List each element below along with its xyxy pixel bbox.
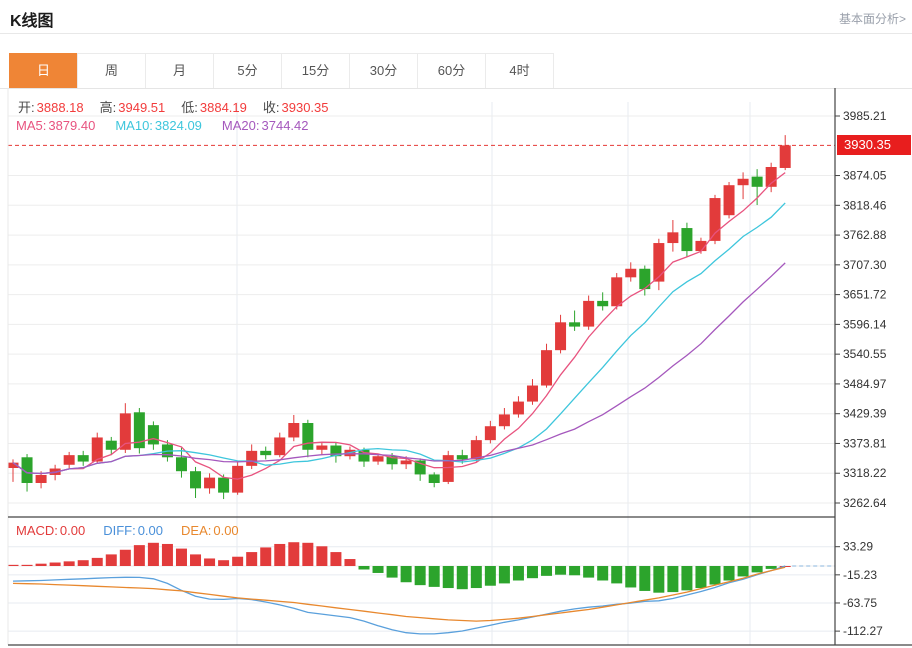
tab-周[interactable]: 周 [77,53,146,89]
macd-readout: MACD:0.00 DIFF:0.00 DEA:0.00 [16,523,239,538]
svg-text:3373.81: 3373.81 [843,436,887,450]
page-title: K线图 [10,7,54,31]
tab-5分[interactable]: 5分 [213,53,282,89]
svg-text:3874.05: 3874.05 [843,169,887,183]
interval-tabbar: 日周月5分15分30分60分4时 [10,53,554,89]
svg-text:3651.72: 3651.72 [843,288,887,302]
readout-item: MACD:0.00 [16,523,85,538]
ohlc-readout: 开:3888.18 高:3949.51 低:3884.19 收:3930.35 [18,97,329,116]
kline-page: K线图 基本面分析> 日周月5分15分30分60分4时 3985.21 3874.… [0,0,912,648]
svg-text:3596.14: 3596.14 [843,317,887,331]
svg-text:3484.97: 3484.97 [843,377,887,391]
tab-15分[interactable]: 15分 [281,53,350,89]
svg-text:-15.23: -15.23 [843,568,877,582]
fundamental-analysis-link[interactable]: 基本面分析> [839,10,906,27]
svg-text:3262.64: 3262.64 [843,496,887,510]
ma-readout: MA5:3879.40 MA10:3824.09 MA20:3744.42 [16,118,309,133]
readout-item: DIFF:0.00 [103,523,163,538]
tab-月[interactable]: 月 [145,53,214,89]
svg-text:-63.75: -63.75 [843,596,877,610]
readout-item: MA20:3744.42 [222,118,309,133]
svg-text:3762.88: 3762.88 [843,228,887,242]
readout-item: 低:3884.19 [181,97,247,116]
readout-item: MA10:3824.09 [115,118,202,133]
readout-item: MA5:3879.40 [16,118,95,133]
tab-4时[interactable]: 4时 [485,53,554,89]
svg-text:-112.27: -112.27 [843,624,883,638]
tab-日[interactable]: 日 [9,53,78,89]
svg-text:3985.21: 3985.21 [843,109,887,123]
candlestick-macd-chart: 3985.21 3874.05 3818.46 3762.88 3707.30 3651.… [0,88,912,648]
svg-text:33.29: 33.29 [843,540,873,554]
tab-60分[interactable]: 60分 [417,53,486,89]
readout-item: DEA:0.00 [181,523,239,538]
header-divider [0,33,912,34]
svg-text:3818.46: 3818.46 [843,198,887,212]
tab-30分[interactable]: 30分 [349,53,418,89]
svg-text:3318.22: 3318.22 [843,466,887,480]
readout-item: 开:3888.18 [18,97,84,116]
svg-text:3540.55: 3540.55 [843,347,887,361]
svg-text:3707.30: 3707.30 [843,258,887,272]
current-price-tag: 3930.35 [837,135,911,155]
readout-item: 高:3949.51 [100,97,166,116]
svg-text:3429.39: 3429.39 [843,407,887,421]
readout-item: 收:3930.35 [263,97,329,116]
